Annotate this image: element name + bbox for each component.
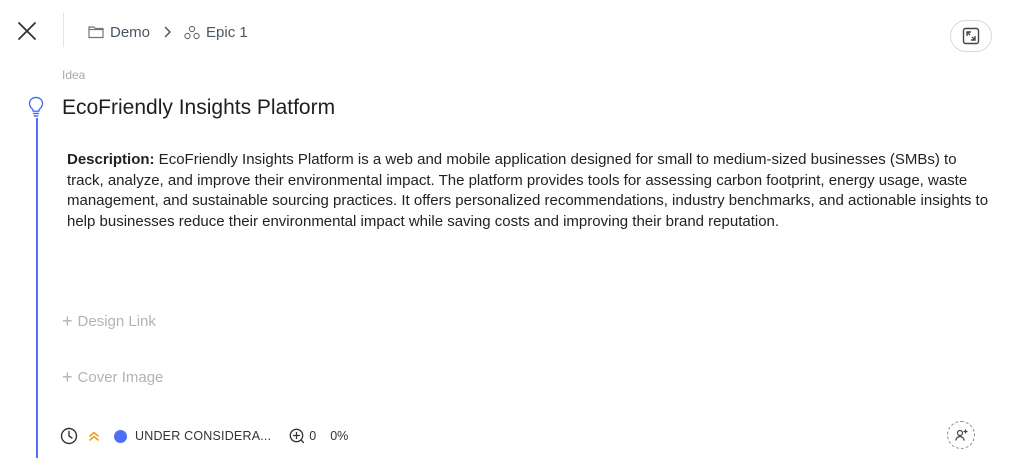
timeline-line [36,118,38,458]
votes-count: 0 [309,429,317,443]
close-button[interactable] [14,18,40,44]
item-description[interactable]: Description: EcoFriendly Insights Platfo… [67,150,992,232]
priority-icon[interactable] [88,429,100,443]
item-footer: UNDER CONSIDERA... 0 0% [60,426,348,446]
breadcrumb: Demo Epic 1 [88,22,248,42]
add-cover-image-label: Cover Image [77,368,164,386]
expand-icon [962,27,980,45]
folder-icon [88,26,104,39]
status-label[interactable]: UNDER CONSIDERA... [135,429,271,443]
votes-button[interactable]: 0 [289,428,316,444]
vote-plus-icon [289,428,305,444]
add-design-link-button[interactable]: + Design Link [62,312,156,330]
progress-percent: 0% [330,429,349,443]
breadcrumb-epic-label: Epic 1 [206,23,248,41]
description-label: Description: [67,151,155,168]
plus-icon: + [62,367,73,387]
status-dot [114,429,127,443]
add-user-icon [955,429,968,441]
chevron-right-icon [164,26,171,38]
breadcrumb-epic-1[interactable]: Epic 1 [184,24,248,41]
close-icon [18,22,36,40]
breadcrumb-demo[interactable]: Demo [88,24,150,41]
item-title[interactable]: EcoFriendly Insights Platform [62,96,335,120]
add-cover-image-button[interactable]: + Cover Image [62,368,163,386]
breadcrumb-separator [164,26,172,38]
clock-icon[interactable] [60,427,78,445]
breadcrumb-demo-label: Demo [110,23,151,41]
item-type-label: Idea [62,68,86,82]
header-divider [63,13,64,47]
assign-user-button[interactable] [947,421,975,449]
epic-icon [184,25,200,39]
add-design-link-label: Design Link [77,312,156,330]
expand-button[interactable] [950,20,992,52]
plus-icon: + [62,311,73,331]
description-text: EcoFriendly Insights Platform is a web a… [67,151,989,230]
